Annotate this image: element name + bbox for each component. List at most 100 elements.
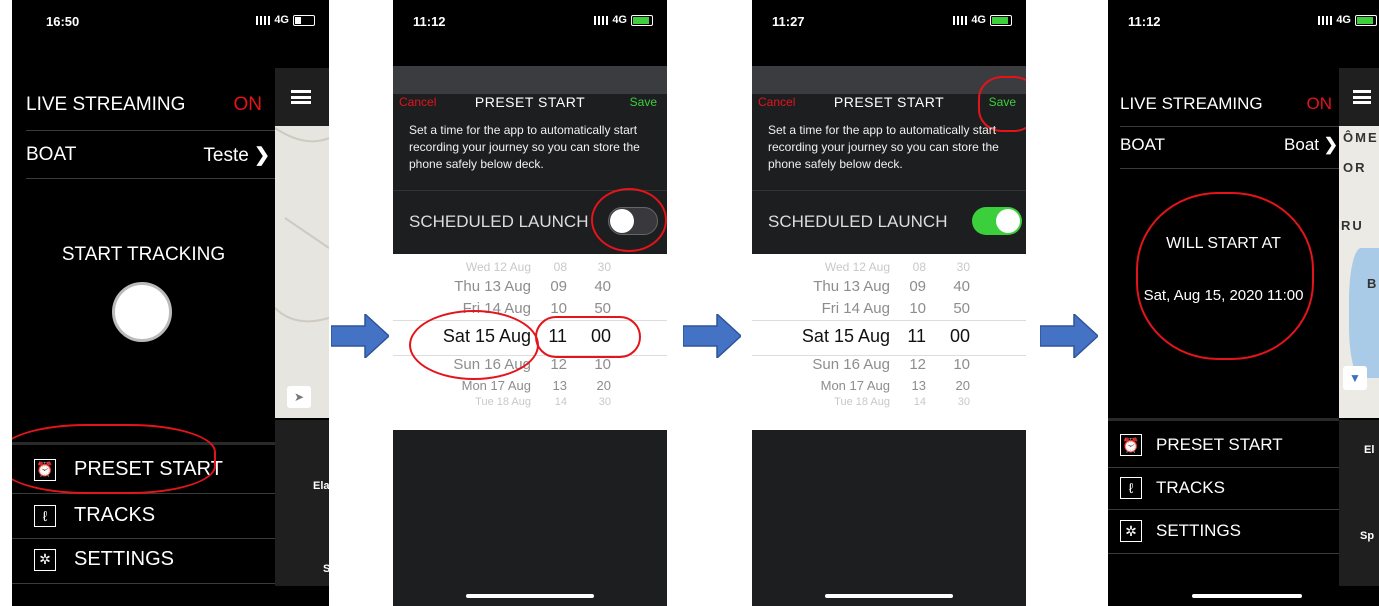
menu-label-preset-start: PRESET START	[1156, 435, 1283, 454]
home-indicator	[825, 594, 953, 598]
home-indicator	[1192, 594, 1302, 598]
network-type: 4G	[971, 14, 986, 26]
red-annotation-date	[409, 310, 539, 380]
side-panel-lower	[275, 420, 329, 586]
picker-row[interactable]: Wed 12 Aug 08 30	[752, 260, 1026, 274]
chevron-right-icon: ❯	[1323, 135, 1338, 154]
alarm-clock-icon: ⏰	[1120, 434, 1142, 456]
menu-label-settings: SETTINGS	[74, 548, 175, 570]
start-tracking-button[interactable]	[112, 282, 172, 342]
arrow-right-icon	[683, 314, 741, 358]
picker-row[interactable]: Sun 16 Aug 12 10	[752, 356, 1026, 373]
start-tracking-label: START TRACKING	[61, 244, 226, 265]
scheduled-launch-label: SCHEDULED LAUNCH	[409, 212, 589, 231]
live-streaming-row[interactable]: LIVE STREAMING ON	[1120, 94, 1332, 114]
screen-3: 11:27 4G Cancel PRESET START Save Set a …	[752, 0, 1026, 606]
save-button[interactable]: Save	[630, 95, 657, 109]
peek-text-1: Ela	[313, 480, 329, 492]
picker-row[interactable]: Tue 18 Aug 14 30	[393, 396, 667, 408]
battery-icon	[1355, 14, 1377, 26]
boat-value: Teste	[203, 145, 249, 166]
signal-icon	[256, 15, 271, 25]
water-area	[1349, 248, 1379, 378]
arrow-right-icon	[1040, 314, 1098, 358]
track-path-icon: ℓ	[1120, 477, 1142, 499]
toggle-knob	[996, 209, 1020, 233]
map-label-4: B	[1367, 276, 1377, 291]
menu-label-tracks: TRACKS	[74, 504, 156, 526]
status-time: 11:27	[772, 14, 805, 29]
menu-label-settings: SETTINGS	[1156, 521, 1242, 540]
map-pin-icon[interactable]: ▼	[1343, 366, 1367, 390]
network-type: 4G	[1336, 14, 1351, 26]
status-time: 16:50	[46, 14, 80, 29]
picker-row[interactable]: Thu 13 Aug 09 40	[393, 278, 667, 295]
picker-row[interactable]: Tue 18 Aug 14 30	[752, 396, 1026, 408]
live-streaming-value: ON	[233, 94, 263, 115]
status-time: 11:12	[1128, 14, 1161, 29]
description-text: Set a time for the app to automatically …	[409, 123, 640, 171]
menu-item-settings[interactable]: ✲ SETTINGS	[1120, 520, 1241, 542]
peek-text-2: S	[323, 563, 329, 575]
picker-row[interactable]: Mon 17 Aug 13 20	[752, 378, 1026, 393]
date-time-picker[interactable]: Wed 12 Aug 08 30 Thu 13 Aug 09 40 Fri 14 Aug…	[752, 254, 1026, 430]
status-time: 11:12	[413, 14, 446, 29]
track-path-icon: ℓ	[34, 504, 56, 527]
signal-icon	[1318, 15, 1333, 25]
network-type: 4G	[612, 14, 627, 26]
picker-row[interactable]: Mon 17 Aug 13 20	[393, 378, 667, 393]
live-streaming-row[interactable]: LIVE STREAMING ON	[26, 94, 262, 116]
scheduled-launch-label: SCHEDULED LAUNCH	[768, 212, 948, 231]
signal-icon	[594, 15, 609, 25]
sheet-title: PRESET START	[474, 94, 586, 110]
scheduled-launch-toggle[interactable]	[972, 207, 1022, 235]
menu-icon[interactable]	[291, 90, 311, 104]
screen-1: 16:50 4G ➤ Ela S LIVE STREAMING ON BOAT …	[12, 0, 329, 606]
signal-icon	[953, 15, 968, 25]
menu-item-settings[interactable]: ✲ SETTINGS	[34, 548, 174, 571]
gear-icon: ✲	[34, 548, 56, 571]
picker-row-selected[interactable]: Sat 15 Aug 11 00	[752, 326, 1026, 347]
boat-label: BOAT	[26, 144, 77, 165]
menu-item-tracks[interactable]: ℓ TRACKS	[34, 504, 155, 527]
status-bar: 16:50 4G	[12, 0, 329, 40]
red-annotation-preset-start	[12, 424, 216, 494]
map-label-1: ÔME	[1343, 130, 1379, 145]
gear-icon: ✲	[1120, 520, 1142, 542]
red-annotation-toggle	[591, 188, 667, 252]
boat-label: BOAT	[1120, 135, 1166, 154]
network-type: 4G	[274, 14, 289, 26]
battery-icon	[990, 14, 1012, 26]
menu-item-preset-start[interactable]: ⏰ PRESET START	[1120, 434, 1283, 456]
status-bar: 11:12 4G	[393, 0, 667, 40]
map-label-2: OR	[1343, 160, 1367, 175]
live-streaming-label: LIVE STREAMING	[1120, 94, 1263, 113]
status-bar: 11:12 4G	[1108, 0, 1379, 40]
screen-4: 11:12 4G ÔME OR RU B ▼ El Sp LIVE STREAM…	[1108, 0, 1379, 606]
battery-icon	[293, 14, 315, 26]
boat-row[interactable]: BOAT Teste ❯	[26, 144, 270, 166]
map-label-3: RU	[1341, 218, 1364, 233]
battery-icon	[631, 14, 653, 26]
peek-text-2: Sp	[1360, 530, 1375, 542]
menu-item-tracks[interactable]: ℓ TRACKS	[1120, 477, 1225, 499]
live-streaming-label: LIVE STREAMING	[26, 94, 186, 115]
boat-value: Boat	[1284, 135, 1320, 154]
red-annotation-time	[535, 316, 641, 358]
status-bar: 11:27 4G	[752, 0, 1026, 40]
picker-row[interactable]: Fri 14 Aug 10 50	[393, 300, 667, 317]
menu-icon[interactable]	[1353, 90, 1371, 104]
home-indicator	[466, 594, 594, 598]
picker-row[interactable]: Wed 12 Aug 08 30	[393, 260, 667, 274]
boat-row[interactable]: BOAT Boat ❯	[1120, 135, 1338, 155]
picker-row[interactable]: Thu 13 Aug 09 40	[752, 278, 1026, 295]
chevron-right-icon: ❯	[254, 145, 270, 166]
red-annotation-will-start	[1136, 192, 1314, 360]
picker-row[interactable]: Fri 14 Aug 10 50	[752, 300, 1026, 317]
locate-button[interactable]: ➤	[287, 386, 311, 408]
menu-label-tracks: TRACKS	[1156, 478, 1225, 497]
live-streaming-value: ON	[1306, 94, 1333, 113]
arrow-right-icon	[331, 314, 389, 358]
screen-2: 11:12 4G Cancel PRESET START Save Set a …	[393, 0, 667, 606]
peek-text-1: El	[1364, 444, 1375, 456]
